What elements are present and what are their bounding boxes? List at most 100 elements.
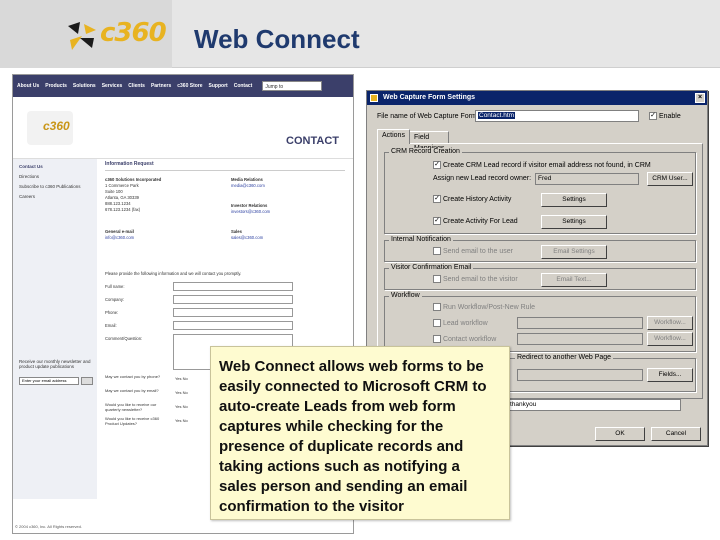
dialog-title: Web Capture Form Settings [383,94,476,101]
request-heading: Information Request [105,161,345,171]
enable-checkbox-row[interactable]: ✓ Enable [649,112,681,120]
jump-select[interactable]: Jump to [262,81,323,91]
newsletter-submit-button[interactable] [81,377,93,385]
radio-options[interactable]: Yes No [175,418,188,423]
crm-user-button[interactable]: CRM User... [647,172,693,186]
field-label: Full name: [105,284,125,289]
enable-checkbox[interactable]: ✓ [649,112,657,120]
site-page-heading: CONTACT [286,135,339,147]
group-label: Internal Notification [389,236,453,243]
site-nav-item[interactable]: Solutions [73,83,96,89]
left-nav-item[interactable]: Careers [13,189,97,199]
left-nav-item[interactable]: Contact Us [13,159,97,169]
site-nav-item[interactable]: c360 Store [177,83,202,89]
redirect-label: Redirect to another Web Page [515,354,614,361]
tab-field-mappings[interactable]: Field Mappings [409,131,450,152]
option-label: Lead workflow [442,319,488,327]
dialog-titlebar: Web Capture Form Settings × [367,91,707,105]
option-label: Send email to the user [442,247,513,255]
callout-text: Web Connect allows web forms to be easil… [219,358,487,515]
owner-input[interactable]: Fred [535,173,639,185]
email-input[interactable] [173,321,293,330]
file-name-input[interactable]: Contact.htm [475,110,639,122]
cancel-button[interactable]: Cancel [651,427,701,441]
run-workflow-option[interactable]: Run Workflow/Post-New Rule [433,303,535,311]
site-banner: c360 CONTACT [13,97,353,159]
contact-workflow-option[interactable]: Contact workflow [433,335,496,343]
email-link[interactable]: media@c360.com [231,183,341,189]
radio-options[interactable]: Yes No [175,404,188,409]
company-input[interactable] [173,295,293,304]
email-link[interactable]: investors@c360.com [231,209,341,215]
send-visitor-checkbox[interactable] [433,275,441,283]
group-label: Visitor Confirmation Email [389,264,474,271]
site-nav-item[interactable]: Partners [151,83,171,89]
tab-actions[interactable]: Actions [377,129,410,144]
create-history-checkbox[interactable]: ✓ [433,195,441,203]
email-link[interactable]: sales@c360.com [231,235,341,241]
phone-input[interactable] [173,308,293,317]
contact-workflow-button[interactable]: Workflow... [647,332,693,346]
email-settings-button[interactable]: Email Settings [541,245,607,259]
ok-button[interactable]: OK [595,427,645,441]
form-row: Full name: [105,282,345,295]
option-label: Send email to the visitor [442,275,518,283]
radio-question: Would you like to receive our quarterly … [105,402,157,412]
radio-options[interactable]: Yes No [175,390,188,395]
logo-area: c360 [0,0,172,68]
send-internal-checkbox[interactable] [433,247,441,255]
form-row: Phone: [105,308,345,321]
create-lead-option[interactable]: ✓ Create CRM Lead record if visitor emai… [433,161,651,169]
email-text-button[interactable]: Email Text... [541,273,607,287]
send-visitor-option[interactable]: Send email to the visitor [433,275,518,283]
site-nav-item[interactable]: About Us [17,83,39,89]
run-workflow-checkbox[interactable] [433,303,441,311]
site-nav-item[interactable]: Services [102,83,123,89]
contact-workflow-input[interactable] [517,333,643,345]
radio-question: May we contact you by email? [105,388,159,393]
site-left-nav: Contact Us Directions Subscribe to c360 … [13,159,97,499]
site-footer: © 2004 c360, Inc. All Rights reserved. [15,524,82,529]
company-address: c360 Solutions Incorporated 1 Commerce P… [105,177,215,213]
field-label: Company: [105,297,125,302]
sales-email: Sales sales@c360.com [231,229,341,241]
address-line: 678.123.1234 (fax) [105,207,141,212]
lead-workflow-input[interactable] [517,317,643,329]
file-name-label: File name of Web Capture Form: [377,113,479,120]
lead-workflow-option[interactable]: Lead workflow [433,319,488,327]
page-title: Web Connect [194,24,360,54]
site-nav-item[interactable]: Support [209,83,228,89]
newsletter-email-input[interactable]: Enter your email address [19,377,79,385]
lead-workflow-button[interactable]: Workflow... [647,316,693,330]
create-lead-checkbox[interactable]: ✓ [433,161,441,169]
history-settings-button[interactable]: Settings [541,193,607,207]
description-callout: Web Connect allows web forms to be easil… [210,346,510,520]
enable-label: Enable [658,112,681,120]
left-nav-item[interactable]: Directions [13,169,97,179]
logo-text: c360 [100,18,167,48]
full-name-input[interactable] [173,282,293,291]
send-internal-option[interactable]: Send email to the user [433,247,513,255]
option-label: Create CRM Lead record if visitor email … [442,161,651,169]
create-history-option[interactable]: ✓ Create History Activity [433,195,511,203]
redirect-fields-input[interactable] [517,369,643,381]
contact-workflow-checkbox[interactable] [433,335,441,343]
site-nav-item[interactable]: Products [45,83,67,89]
create-activity-checkbox[interactable]: ✓ [433,217,441,225]
fields-button[interactable]: Fields... [647,368,693,382]
redirect-url-input[interactable]: thankyou [507,399,681,411]
crm-record-creation-group: CRM Record Creation ✓ Create CRM Lead re… [384,148,696,234]
radio-options[interactable]: Yes No [175,376,188,381]
lead-workflow-checkbox[interactable] [433,319,441,327]
close-icon[interactable]: × [695,93,705,103]
slide: c360 Web Connect About Us Products Solut… [0,0,720,540]
email-link[interactable]: info@c360.com [105,235,215,241]
left-nav-item[interactable]: Subscribe to c360 Publications [13,179,97,189]
site-nav-item[interactable]: Clients [128,83,145,89]
site-nav-item[interactable]: Contact [234,83,253,89]
visitor-confirmation-group: Visitor Confirmation Email Send email to… [384,264,696,290]
create-activity-option[interactable]: ✓ Create Activity For Lead [433,217,518,225]
form-row: Company: [105,295,345,308]
activity-settings-button[interactable]: Settings [541,215,607,229]
radio-question: Would you like to receive c360 Product U… [105,416,160,426]
